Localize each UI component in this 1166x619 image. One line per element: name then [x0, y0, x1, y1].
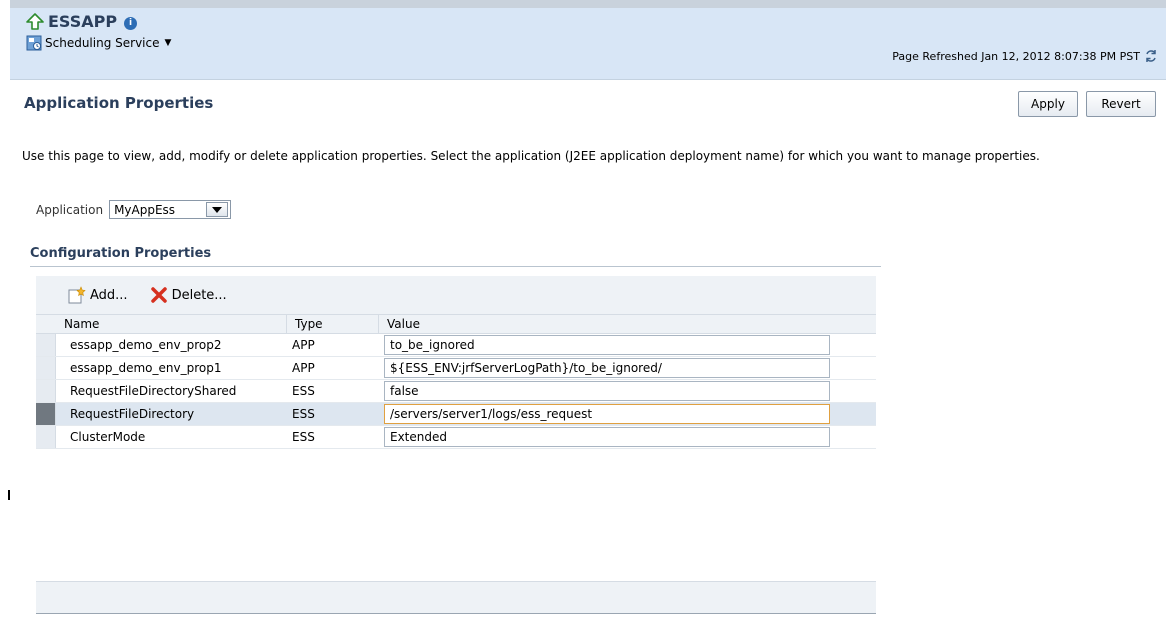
row-selector[interactable] — [36, 403, 56, 425]
apply-button[interactable]: Apply — [1018, 91, 1078, 117]
table-row-selected[interactable]: RequestFileDirectory ESS /servers/server… — [36, 403, 876, 426]
scheduling-service-icon — [26, 35, 42, 51]
red-x-delete-icon — [150, 286, 168, 304]
green-up-arrow-icon — [26, 12, 44, 31]
table-row[interactable]: essapp_demo_env_prop1 APP ${ESS_ENV:jrfS… — [36, 357, 876, 380]
row-value-input[interactable]: false — [384, 381, 830, 401]
row-value-input[interactable]: to_be_ignored — [384, 335, 830, 355]
info-icon[interactable]: i — [124, 16, 138, 30]
scheduling-service-menu[interactable]: Scheduling Service ▼ — [26, 35, 171, 51]
table-footer — [36, 581, 876, 614]
row-value-input[interactable]: Extended — [384, 427, 830, 447]
row-selector[interactable] — [36, 334, 56, 356]
application-label: Application — [36, 202, 104, 217]
dropdown-arrow-icon[interactable] — [206, 202, 229, 217]
add-button[interactable]: Add... — [68, 286, 128, 304]
page-header: ESSAPP i Scheduling Service ▼ Page Refre… — [10, 8, 1166, 80]
row-type: APP — [292, 338, 315, 352]
chevron-down-icon: ▼ — [164, 38, 172, 48]
table-toolbar: Add... Delete... — [36, 276, 876, 314]
delete-label: Delete... — [171, 287, 227, 303]
section-title: Configuration Properties — [30, 246, 212, 261]
page-refreshed-text: Page Refreshed Jan 12, 2012 8:07:38 PM P… — [892, 49, 1140, 63]
row-name: essapp_demo_env_prop2 — [70, 338, 222, 352]
application-selector-row: Application MyAppEss — [36, 200, 232, 219]
row-type: ESS — [292, 407, 315, 421]
table-header: Name Type Value — [36, 314, 876, 334]
row-type: ESS — [292, 430, 315, 444]
row-name: RequestFileDirectory — [70, 407, 195, 421]
page-refreshed-status: Page Refreshed Jan 12, 2012 8:07:38 PM P… — [892, 49, 1158, 63]
edge-marker — [8, 490, 10, 500]
row-value-input[interactable]: /servers/server1/logs/ess_request — [384, 404, 830, 424]
row-value-input[interactable]: ${ESS_ENV:jrfServerLogPath}/to_be_ignore… — [384, 358, 830, 378]
table-row[interactable]: essapp_demo_env_prop2 APP to_be_ignored — [36, 334, 876, 357]
row-name: RequestFileDirectoryShared — [70, 384, 237, 398]
row-selector[interactable] — [36, 357, 56, 379]
column-header-type[interactable]: Type — [286, 315, 378, 333]
page-title: Application Properties — [24, 94, 214, 112]
properties-table: Name Type Value essapp_demo_env_prop2 AP… — [36, 314, 876, 449]
app-title: ESSAPP i — [26, 12, 138, 31]
add-icon — [68, 286, 86, 304]
column-header-name[interactable]: Name — [56, 315, 286, 333]
column-header-value[interactable]: Value — [378, 315, 876, 333]
application-select[interactable]: MyAppEss — [109, 200, 232, 219]
row-name: essapp_demo_env_prop1 — [70, 361, 222, 375]
row-type: APP — [292, 361, 315, 375]
application-select-value: MyAppEss — [114, 202, 176, 217]
row-selector[interactable] — [36, 426, 56, 448]
add-label: Add... — [90, 287, 128, 303]
table-row[interactable]: ClusterMode ESS Extended — [36, 426, 876, 449]
revert-button[interactable]: Revert — [1086, 91, 1156, 117]
row-selector[interactable] — [36, 380, 56, 402]
table-row[interactable]: RequestFileDirectoryShared ESS false — [36, 380, 876, 403]
section-divider — [30, 266, 881, 267]
row-name: ClusterMode — [70, 430, 146, 444]
scheduling-service-label: Scheduling Service — [45, 36, 160, 50]
refresh-icon[interactable] — [1144, 49, 1158, 63]
page-description: Use this page to view, add, modify or de… — [22, 149, 1040, 163]
row-type: ESS — [292, 384, 315, 398]
app-name: ESSAPP — [48, 12, 118, 31]
top-border — [10, 0, 1166, 8]
delete-button[interactable]: Delete... — [150, 286, 227, 304]
